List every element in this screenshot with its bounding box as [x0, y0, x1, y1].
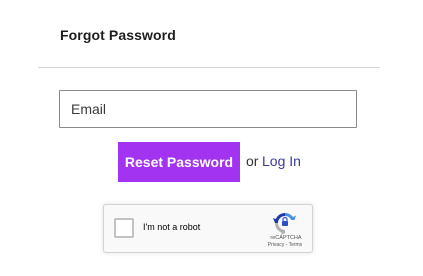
- divider: [38, 67, 380, 68]
- recaptcha-checkbox[interactable]: [114, 218, 134, 238]
- page-title: Forgot Password: [60, 27, 176, 43]
- recaptcha-widget: I'm not a robot reCAPTCHA Privacy - Term…: [103, 204, 313, 253]
- forgot-password-page: Forgot Password Reset Password or Log In…: [0, 0, 423, 276]
- recaptcha-terms-link[interactable]: Terms: [289, 242, 303, 248]
- recaptcha-brand: reCAPTCHA: [270, 235, 302, 241]
- recaptcha-logo-icon: [273, 213, 296, 235]
- recaptcha-links: Privacy - Terms: [259, 242, 311, 248]
- login-link[interactable]: Log In: [262, 153, 301, 169]
- reset-password-button[interactable]: Reset Password: [118, 142, 240, 182]
- email-field[interactable]: [59, 90, 357, 128]
- or-text: or: [246, 153, 259, 169]
- recaptcha-privacy-link[interactable]: Privacy: [268, 242, 284, 248]
- recaptcha-label: I'm not a robot: [143, 222, 201, 232]
